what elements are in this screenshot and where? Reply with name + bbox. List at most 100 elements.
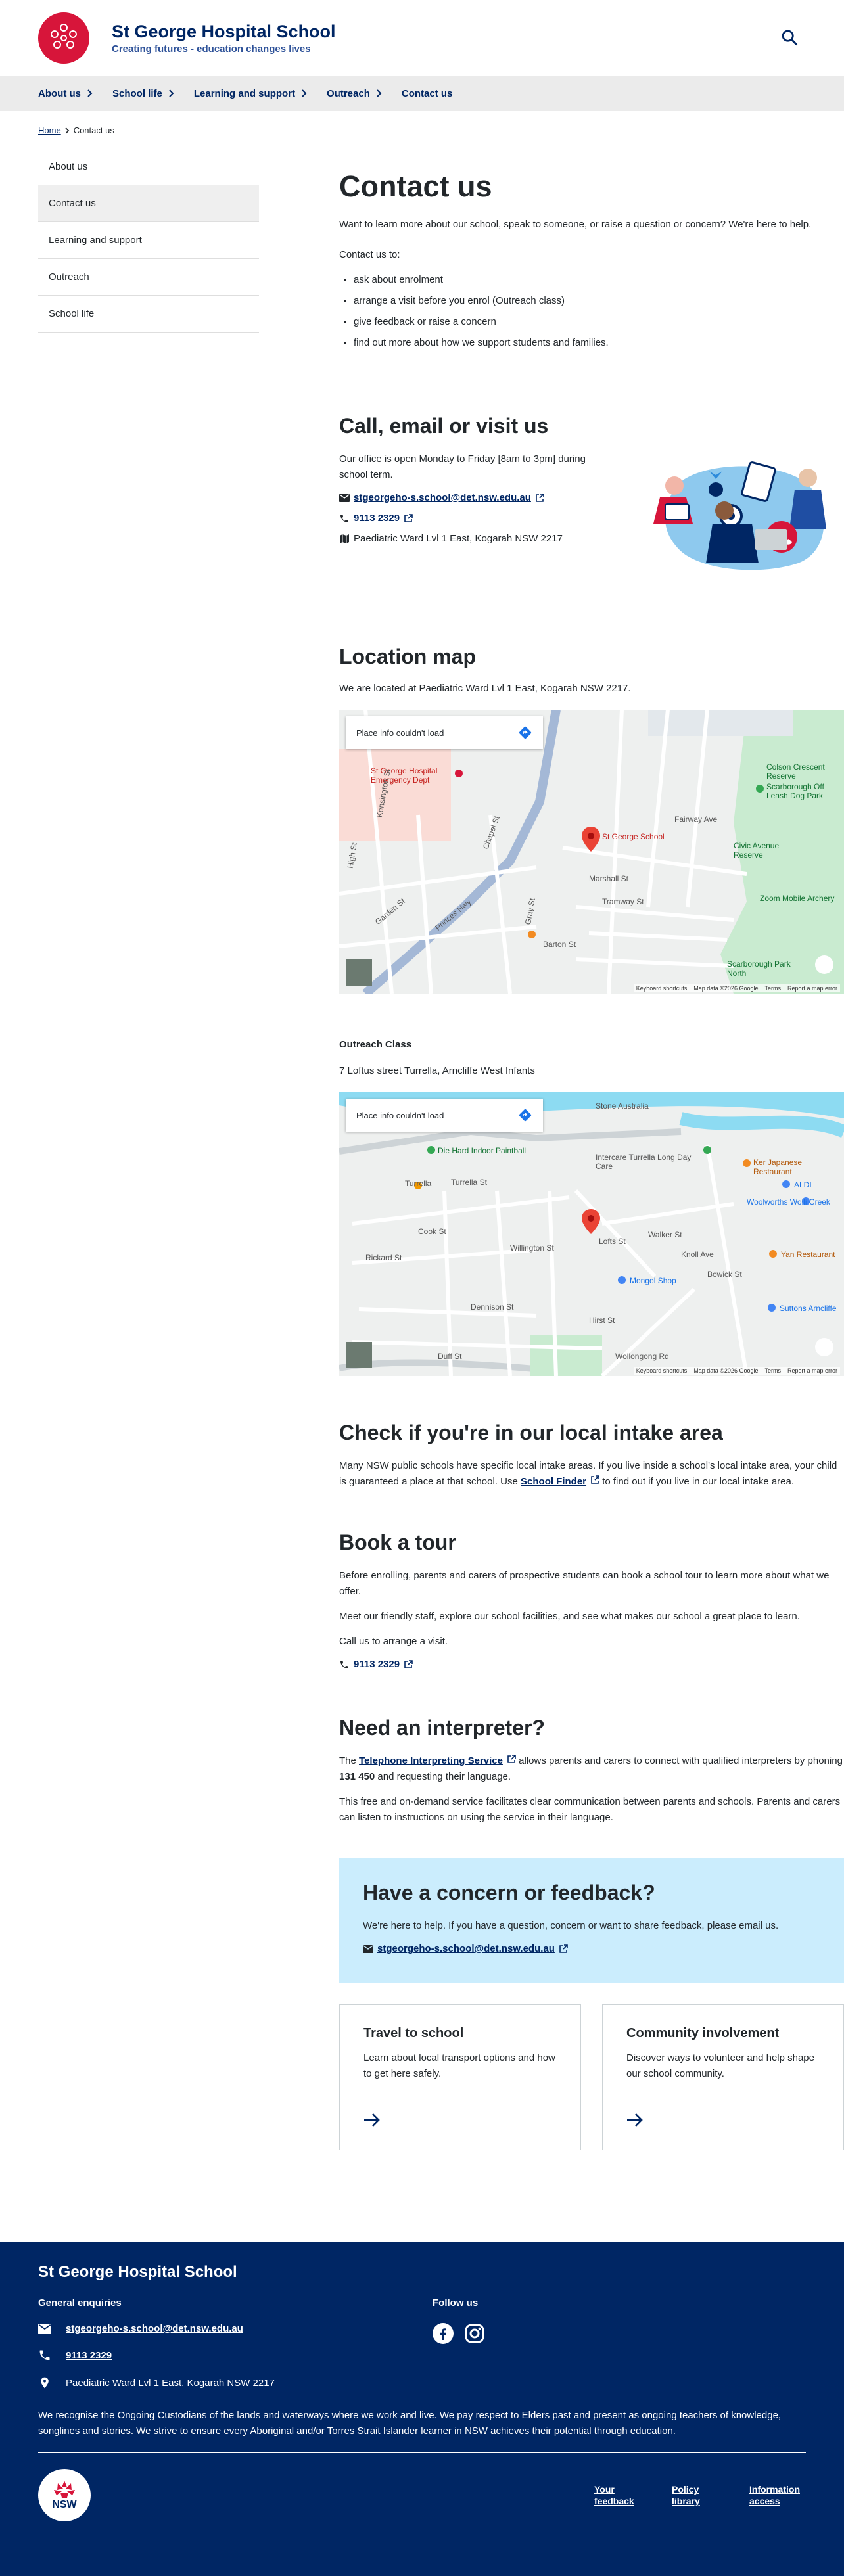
nav-item-learning-and-support[interactable]: Learning and support	[194, 88, 307, 99]
map-label: Lofts St	[599, 1237, 626, 1246]
chevron-right-icon	[302, 89, 307, 97]
map-notice: Place info couldn't load	[346, 716, 543, 749]
nav-item-about-us[interactable]: About us	[38, 88, 93, 99]
outreach-map[interactable]: Place info couldn't load Die Hard Indoor…	[339, 1092, 844, 1376]
map-label: Civic Avenue Reserve	[734, 841, 780, 860]
map-data-text: Map data ©2026 Google	[693, 1368, 759, 1374]
map-label: ALDI	[794, 1180, 812, 1189]
directions-icon[interactable]	[518, 725, 532, 740]
report-map-error-link[interactable]: Report a map error	[787, 1368, 837, 1374]
nav-item-outreach[interactable]: Outreach	[327, 88, 382, 99]
external-link-icon	[591, 1475, 599, 1484]
office-hours-text: Our office is open Monday to Friday [8am…	[339, 453, 586, 480]
search-button[interactable]	[778, 26, 801, 49]
telephone-interpreting-link[interactable]: Telephone Interpreting Service	[359, 1755, 503, 1766]
map-label: Mongol Shop	[630, 1276, 676, 1285]
location-section: Location map We are located at Paediatri…	[339, 645, 844, 1376]
map-label: Duff St	[438, 1352, 462, 1361]
footer-address-line: Paediatric Ward Lvl 1 East, Kogarah NSW …	[38, 2376, 433, 2389]
card-text: Discover ways to volunteer and help shap…	[626, 2052, 814, 2079]
main-nav: About us School life Learning and suppor…	[0, 76, 844, 111]
waratah-icon	[54, 2481, 75, 2498]
sidenav-item-about-us[interactable]: About us	[38, 149, 259, 185]
keyboard-shortcuts-link[interactable]: Keyboard shortcuts	[636, 1368, 688, 1374]
email-line: stgeorgeho-s.school@det.nsw.edu.au	[339, 492, 602, 503]
footer-follow-heading: Follow us	[433, 2297, 479, 2309]
map-notice-text: Place info couldn't load	[356, 1110, 444, 1120]
school-finder-link[interactable]: School Finder	[521, 1476, 586, 1487]
footer-phone-link[interactable]: 9113 2329	[66, 2350, 112, 2361]
footer-email-link[interactable]: stgeorgeho-s.school@det.nsw.edu.au	[66, 2323, 243, 2334]
email-icon	[38, 2324, 51, 2334]
footer-link-information[interactable]: Information access	[749, 2483, 806, 2507]
call-heading: Call, email or visit us	[339, 414, 549, 438]
nav-item-contact-us[interactable]: Contact us	[402, 88, 453, 99]
sidenav-item-contact-us[interactable]: Contact us	[38, 185, 259, 222]
instagram-icon[interactable]	[464, 2323, 485, 2344]
cards-row: Travel to school Learn about local trans…	[339, 2004, 844, 2150]
outreach-address: 7 Loftus street Turrella, Arncliffe West…	[339, 1065, 535, 1076]
footer-email-line: stgeorgeho-s.school@det.nsw.edu.au	[38, 2323, 433, 2334]
sidenav-item-outreach[interactable]: Outreach	[38, 259, 259, 296]
interpreter-text-2: This free and on-demand service facilita…	[339, 1796, 841, 1823]
tour-phone-link[interactable]: 9113 2329	[354, 1659, 400, 1670]
interpreter-text-part: The	[339, 1755, 360, 1766]
map-notice: Place info couldn't load	[346, 1099, 543, 1132]
tour-section: Book a tour Before enrolling, parents an…	[339, 1530, 844, 1670]
keyboard-shortcuts-link[interactable]: Keyboard shortcuts	[636, 985, 688, 992]
map-label: Colson Crescent Reserve	[766, 762, 825, 781]
map-label: Fairway Ave	[674, 815, 718, 824]
map-label: Bowick St	[707, 1270, 742, 1279]
travel-card[interactable]: Travel to school Learn about local trans…	[339, 2004, 581, 2150]
list-item: give feedback or raise a concern	[354, 314, 844, 330]
list-item: arrange a visit before you enrol (Outrea…	[354, 293, 844, 309]
nsw-logo[interactable]: NSW	[38, 2469, 91, 2521]
phone-link[interactable]: 9113 2329	[354, 513, 400, 524]
card-title: Community involvement	[626, 2026, 780, 2040]
footer-general-heading: General enquiries	[38, 2297, 122, 2309]
intro-text: Want to learn more about our school, spe…	[339, 219, 812, 230]
social-links	[433, 2323, 485, 2344]
nav-item-school-life[interactable]: School life	[112, 88, 174, 99]
nsw-logo-text: NSW	[52, 2499, 77, 2510]
interpreter-text-part: allows parents and carers to connect wit…	[515, 1755, 843, 1766]
terms-link[interactable]: Terms	[764, 1368, 781, 1374]
map-label: Stone Australia	[596, 1101, 649, 1111]
email-link[interactable]: stgeorgeho-s.school@det.nsw.edu.au	[354, 492, 531, 503]
facebook-icon[interactable]	[433, 2323, 454, 2344]
address-line: Paediatric Ward Lvl 1 East, Kogarah NSW …	[339, 533, 602, 544]
map-label: Zoom Mobile Archery	[760, 894, 835, 903]
sidenav-item-school-life[interactable]: School life	[38, 296, 259, 333]
email-icon	[339, 494, 350, 502]
footer-phone-line: 9113 2329	[38, 2349, 433, 2362]
community-card[interactable]: Community involvement Discover ways to v…	[602, 2004, 844, 2150]
report-map-error-link[interactable]: Report a map error	[787, 985, 837, 992]
map-label: Scarborough Off Leash Dog Park	[766, 782, 824, 800]
search-icon	[782, 30, 798, 46]
concern-callout: Have a concern or feedback? We're here t…	[339, 1858, 844, 1983]
intake-text: Many NSW public schools have specific lo…	[339, 1458, 844, 1490]
concern-email-link[interactable]: stgeorgeho-s.school@det.nsw.edu.au	[377, 1943, 555, 1954]
external-link-icon	[559, 1944, 568, 1953]
list-item: find out more about how we support stude…	[354, 335, 844, 351]
school-logo[interactable]	[38, 12, 89, 64]
tour-phone-line: 9113 2329	[339, 1659, 844, 1670]
site-title[interactable]: St George Hospital School	[112, 21, 336, 42]
map-label: Marshall St	[589, 874, 629, 883]
nav-label: About us	[38, 87, 81, 99]
location-map[interactable]: Place info couldn't load St George Hospi…	[339, 710, 844, 994]
interpreter-text: The Telephone Interpreting Service allow…	[339, 1753, 844, 1785]
terms-link[interactable]: Terms	[764, 985, 781, 992]
sidenav-item-learning-and-support[interactable]: Learning and support	[38, 222, 259, 259]
interpreter-heading: Need an interpreter?	[339, 1716, 545, 1739]
breadcrumb-home-link[interactable]: Home	[38, 126, 61, 135]
map-label: Scarborough Park North	[727, 959, 791, 978]
contact-reasons-list: ask about enrolment arrange a visit befo…	[354, 272, 844, 351]
map-label: Knoll Ave	[681, 1250, 714, 1259]
footer-link-feedback[interactable]: Your feedback	[594, 2483, 651, 2507]
footer-link-policy[interactable]: Policy library	[672, 2483, 728, 2507]
directions-icon[interactable]	[518, 1108, 532, 1122]
tour-text-1: Before enrolling, parents and carers of …	[339, 1570, 830, 1597]
phone-icon	[340, 514, 348, 522]
contact-us-to-text: Contact us to:	[339, 249, 400, 260]
